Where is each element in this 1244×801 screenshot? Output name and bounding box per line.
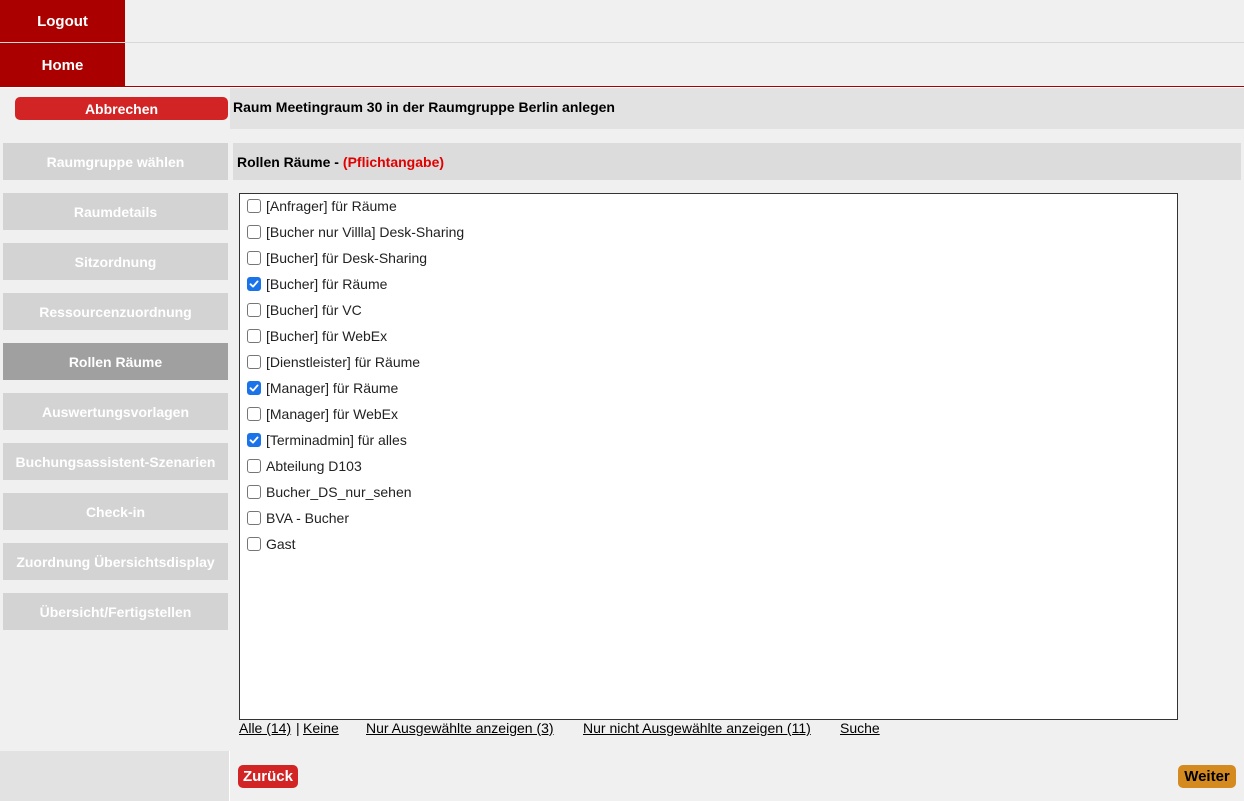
role-list-item[interactable]: [Manager] für Räume xyxy=(247,377,398,399)
role-label: [Terminadmin] für alles xyxy=(266,432,407,448)
role-list-item[interactable]: BVA - Bucher xyxy=(247,507,349,529)
role-label: [Bucher nur Villla] Desk-Sharing xyxy=(266,224,465,240)
role-list-item[interactable]: [Bucher] für Räume xyxy=(247,273,387,295)
sidebar-item-zuordnung-uebersichtsdisplay[interactable]: Zuordnung Übersichtsdisplay xyxy=(3,543,228,580)
link-separator: | xyxy=(296,720,300,736)
sidebar-item-auswertungsvorlagen[interactable]: Auswertungsvorlagen xyxy=(3,393,228,430)
checkbox-unchecked-icon[interactable] xyxy=(247,225,261,239)
sidebar-item-raumdetails[interactable]: Raumdetails xyxy=(3,193,228,230)
show-selected-link[interactable]: Nur Ausgewählte anzeigen (3) xyxy=(366,720,554,736)
search-link[interactable]: Suche xyxy=(840,720,880,736)
home-nav-bar xyxy=(0,43,1244,87)
checkbox-unchecked-icon[interactable] xyxy=(247,355,261,369)
roles-list[interactable]: [Anfrager] für Räume [Bucher nur Villla] … xyxy=(239,193,1178,720)
sidebar-item-ressourcenzuordnung[interactable]: Ressourcenzuordnung xyxy=(3,293,228,330)
sidebar-item-sitzordnung[interactable]: Sitzordnung xyxy=(3,243,228,280)
role-label: Abteilung D103 xyxy=(266,458,362,474)
role-label: [Bucher] für Räume xyxy=(266,276,388,292)
checkbox-unchecked-icon[interactable] xyxy=(247,407,261,421)
checkbox-unchecked-icon[interactable] xyxy=(247,459,261,473)
role-label: [Bucher] für Desk-Sharing xyxy=(266,250,428,266)
select-none-link[interactable]: Keine xyxy=(303,720,339,736)
role-list-item[interactable]: Bucher_DS_nur_sehen xyxy=(247,481,412,503)
checkbox-unchecked-icon[interactable] xyxy=(247,199,261,213)
back-button[interactable]: Zurück xyxy=(238,765,298,788)
role-list-item[interactable]: [Bucher] für WebEx xyxy=(247,325,387,347)
home-button[interactable]: Home xyxy=(0,43,125,87)
role-label: BVA - Bucher xyxy=(266,510,350,526)
role-list-item[interactable]: [Dienstleister] für Räume xyxy=(247,351,420,373)
section-header: Rollen Räume - (Pflichtangabe) xyxy=(233,143,1241,180)
role-list-item[interactable]: [Bucher nur Villla] Desk-Sharing xyxy=(247,221,464,243)
checkbox-unchecked-icon[interactable] xyxy=(247,303,261,317)
role-label: [Dienstleister] für Räume xyxy=(266,354,421,370)
role-label: [Manager] für Räume xyxy=(266,380,399,396)
footer-left xyxy=(0,751,230,801)
section-title: Rollen Räume - xyxy=(237,153,339,170)
role-list-item[interactable]: Abteilung D103 xyxy=(247,455,362,477)
next-button[interactable]: Weiter xyxy=(1178,765,1236,788)
role-label: [Bucher] für VC xyxy=(266,302,362,318)
top-nav-bar xyxy=(0,0,1244,43)
role-label: Bucher_DS_nur_sehen xyxy=(266,484,412,500)
role-list-item[interactable]: [Anfrager] für Räume xyxy=(247,195,397,217)
role-list-item[interactable]: [Bucher] für Desk-Sharing xyxy=(247,247,427,269)
role-label: [Anfrager] für Räume xyxy=(266,198,397,214)
footer-bar xyxy=(230,751,1244,801)
show-unselected-link[interactable]: Nur nicht Ausgewählte anzeigen (11) xyxy=(583,720,811,736)
checkbox-unchecked-icon[interactable] xyxy=(247,329,261,343)
checkbox-unchecked-icon[interactable] xyxy=(247,251,261,265)
required-label: (Pflichtangabe) xyxy=(342,153,445,170)
page-title: Raum Meetingraum 30 in der Raumgruppe Be… xyxy=(233,99,615,115)
checkbox-checked-icon[interactable] xyxy=(247,433,261,447)
role-list-item[interactable]: Gast xyxy=(247,533,296,555)
role-list-item[interactable]: [Terminadmin] für alles xyxy=(247,429,407,451)
checkbox-unchecked-icon[interactable] xyxy=(247,511,261,525)
role-list-item[interactable]: [Bucher] für VC xyxy=(247,299,362,321)
checkbox-unchecked-icon[interactable] xyxy=(247,485,261,499)
checkbox-checked-icon[interactable] xyxy=(247,381,261,395)
sidebar-item-buchungsassistent-szenarien[interactable]: Buchungsassistent-Szenarien xyxy=(3,443,228,480)
select-all-link[interactable]: Alle (14) xyxy=(239,720,291,736)
role-label: Gast xyxy=(266,536,296,552)
sidebar-item-uebersicht-fertigstellen[interactable]: Übersicht/Fertigstellen xyxy=(3,593,228,630)
role-list-item[interactable]: [Manager] für WebEx xyxy=(247,403,398,425)
role-label: [Manager] für WebEx xyxy=(266,406,399,422)
logout-button[interactable]: Logout xyxy=(0,0,125,42)
role-label: [Bucher] für WebEx xyxy=(266,328,388,344)
sidebar-item-raumgruppe-waehlen[interactable]: Raumgruppe wählen xyxy=(3,143,228,180)
checkbox-checked-icon[interactable] xyxy=(247,277,261,291)
sidebar-item-check-in[interactable]: Check-in xyxy=(3,493,228,530)
checkbox-unchecked-icon[interactable] xyxy=(247,537,261,551)
sidebar-item-rollen-raeume[interactable]: Rollen Räume xyxy=(3,343,228,380)
cancel-button[interactable]: Abbrechen xyxy=(15,97,228,120)
footer-divider xyxy=(229,751,230,801)
